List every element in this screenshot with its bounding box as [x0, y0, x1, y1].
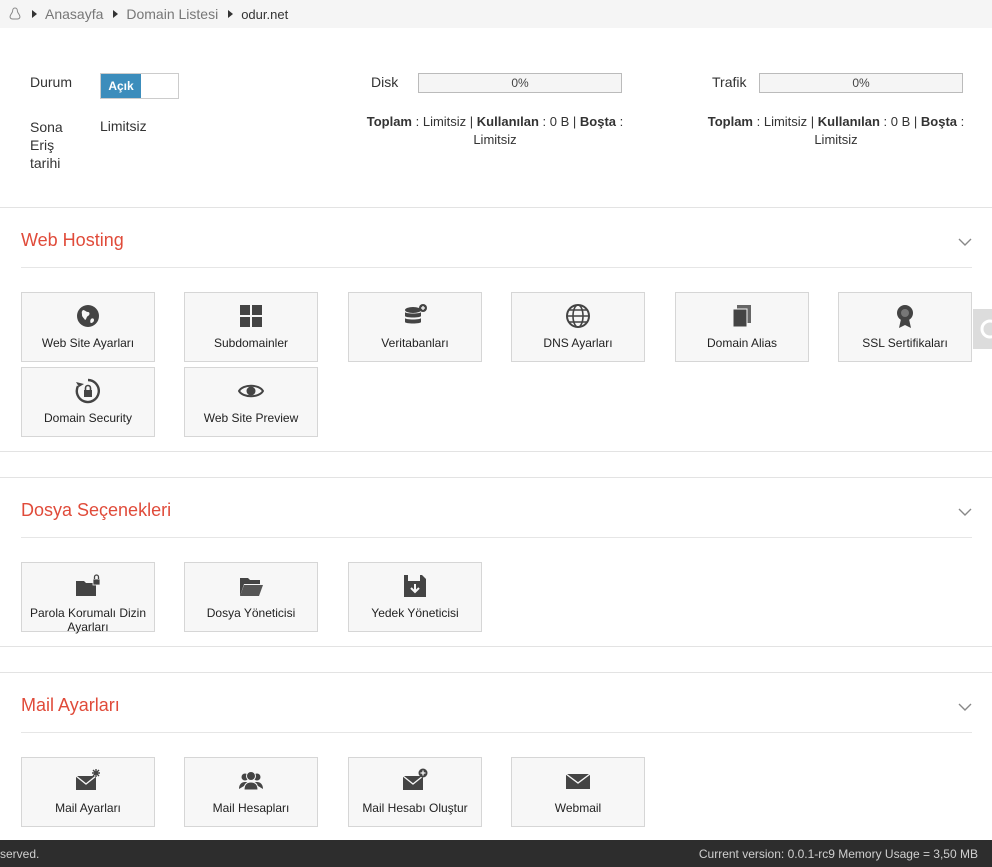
dosya-secenekleri-panel: Dosya Seçenekleri Parola Korumalı Dizin … — [0, 477, 992, 647]
tile-label: Web Site Preview — [203, 411, 299, 425]
tile-dns-ayarlari[interactable]: DNS Ayarları — [511, 292, 645, 362]
settings-gear-icon[interactable] — [973, 309, 992, 349]
tile-label: Domain Security — [43, 411, 133, 425]
chevron-down-icon[interactable] — [958, 700, 972, 714]
disk-kullanilan-label: Kullanılan — [476, 114, 539, 129]
status-toggle-on[interactable]: Açık — [101, 74, 141, 98]
disk-progress-text: 0% — [511, 76, 529, 90]
tile-label: Subdomainler — [213, 336, 289, 350]
tile-veritabanlari[interactable]: Veritabanları — [348, 292, 482, 362]
panel-divider — [21, 732, 972, 733]
tile-label: DNS Ayarları — [543, 336, 613, 350]
disk-bosta-value: Limitsiz — [473, 132, 517, 147]
copy-icon — [732, 305, 751, 328]
tile-mail-ayarlari[interactable]: Mail Ayarları — [21, 757, 155, 827]
dosya-secenekleri-title[interactable]: Dosya Seçenekleri — [21, 500, 171, 521]
mail-ayarlari-panel: Mail Ayarları Mail Ayarları Mail Hesapla… — [0, 672, 992, 847]
folder-lock-icon — [76, 574, 101, 596]
chevron-down-icon[interactable] — [958, 235, 972, 249]
tile-label: Domain Alias — [706, 336, 778, 350]
globe-icon — [77, 305, 99, 327]
grid-icon — [240, 305, 262, 327]
tile-mail-hesaplari[interactable]: Mail Hesapları — [184, 757, 318, 827]
web-hosting-title[interactable]: Web Hosting — [21, 230, 124, 251]
status-toggle[interactable]: Açık — [100, 73, 179, 99]
panel-divider — [21, 537, 972, 538]
tile-domain-alias[interactable]: Domain Alias — [675, 292, 809, 362]
tile-dosya-yoneticisi[interactable]: Dosya Yöneticisi — [184, 562, 318, 632]
tile-label: Mail Ayarları — [55, 801, 121, 815]
trafik-progress-bar: 0% — [759, 73, 963, 93]
breadcrumb: Anasayfa Domain Listesi odur.net — [0, 0, 992, 28]
breadcrumb-current-domain: odur.net — [241, 6, 289, 22]
tile-parola-korumali-dizin[interactable]: Parola Korumalı Dizin Ayarları — [21, 562, 155, 634]
disk-bosta-label: Boşta — [579, 114, 617, 129]
disk-kullanilan-value: 0 B — [549, 114, 570, 129]
footer: served. Current version: 0.0.1-rc9 Memor… — [0, 840, 992, 867]
footer-copyright: served. — [0, 846, 40, 861]
folder-open-icon — [240, 578, 263, 596]
tile-label: Webmail — [554, 801, 602, 815]
expiry-label-line: Sona — [30, 119, 63, 135]
lock-refresh-icon — [75, 378, 100, 404]
trafik-label: Trafik — [712, 74, 747, 90]
linux-penguin-icon[interactable] — [8, 7, 22, 21]
breadcrumb-separator-icon — [113, 10, 119, 18]
expiry-label-line: Eriş — [30, 137, 55, 153]
tile-web-site-ayarlari[interactable]: Web Site Ayarları — [21, 292, 155, 362]
trafik-bosta-value: Limitsiz — [814, 132, 858, 147]
chevron-down-icon[interactable] — [958, 505, 972, 519]
breadcrumb-domain-listesi-link[interactable]: Domain Listesi — [126, 6, 218, 22]
tile-label: Web Site Ayarları — [41, 336, 135, 350]
footer-version: Current version: 0.0.1-rc9 Memory Usage … — [698, 846, 978, 861]
trafik-summary: Toplam : Limitsiz | Kullanılan : 0 B | B… — [707, 114, 965, 147]
trafik-progress-text: 0% — [852, 76, 870, 90]
disk-toplam-label: Toplam — [366, 114, 412, 129]
mail-ayarlari-title[interactable]: Mail Ayarları — [21, 695, 120, 716]
tile-yedek-yoneticisi[interactable]: Yedek Yöneticisi — [348, 562, 482, 632]
disk-toplam-value: Limitsiz — [422, 114, 467, 129]
tile-webmail[interactable]: Webmail — [511, 757, 645, 827]
tile-label: Mail Hesabı Oluştur — [362, 801, 468, 815]
envelope-icon — [565, 773, 591, 789]
expiry-value: Limitsiz — [100, 118, 147, 134]
tile-label: Yedek Yöneticisi — [371, 606, 459, 620]
disk-label: Disk — [371, 74, 399, 90]
tile-label: SSL Sertifikaları — [862, 336, 948, 350]
eye-icon — [238, 384, 264, 398]
tile-label: Veritabanları — [381, 336, 449, 350]
durum-label: Durum — [30, 74, 73, 90]
tile-subdomainler[interactable]: Subdomainler — [184, 292, 318, 362]
floppy-download-icon — [404, 575, 426, 597]
certificate-icon — [897, 305, 913, 328]
expiry-label: Sona Eriş tarihi — [30, 118, 63, 172]
tile-label: Parola Korumalı Dizin Ayarları — [29, 606, 147, 634]
trafik-kullanilan-label: Kullanılan — [817, 114, 880, 129]
trafik-toplam-value: Limitsiz — [763, 114, 808, 129]
trafik-bosta-label: Boşta — [920, 114, 958, 129]
envelope-gear-icon — [75, 769, 100, 790]
tile-ssl-sertifikalari[interactable]: SSL Sertifikaları — [838, 292, 972, 362]
tile-label: Dosya Yöneticisi — [206, 606, 296, 620]
panel-divider — [21, 267, 972, 268]
disk-summary: Toplam : Limitsiz | Kullanılan : 0 B | B… — [366, 114, 624, 147]
expiry-label-line: tarihi — [30, 155, 61, 171]
tile-web-site-preview[interactable]: Web Site Preview — [184, 367, 318, 437]
breadcrumb-separator-icon — [32, 10, 37, 18]
trafik-toplam-label: Toplam — [707, 114, 753, 129]
tile-mail-hesabi-olustur[interactable]: Mail Hesabı Oluştur — [348, 757, 482, 827]
breadcrumb-separator-icon — [228, 10, 234, 18]
disk-progress-bar: 0% — [418, 73, 622, 93]
tile-domain-security[interactable]: Domain Security — [21, 367, 155, 437]
users-icon — [239, 771, 263, 791]
envelope-plus-icon — [402, 768, 428, 790]
breadcrumb-anasayfa-link[interactable]: Anasayfa — [45, 6, 103, 22]
web-hosting-panel: Web Hosting Web Site Ayarları Subdomainl… — [0, 207, 992, 452]
database-plus-icon — [405, 304, 427, 324]
trafik-kullanilan-value: 0 B — [890, 114, 911, 129]
world-icon — [566, 304, 590, 328]
tile-label: Mail Hesapları — [212, 801, 290, 815]
